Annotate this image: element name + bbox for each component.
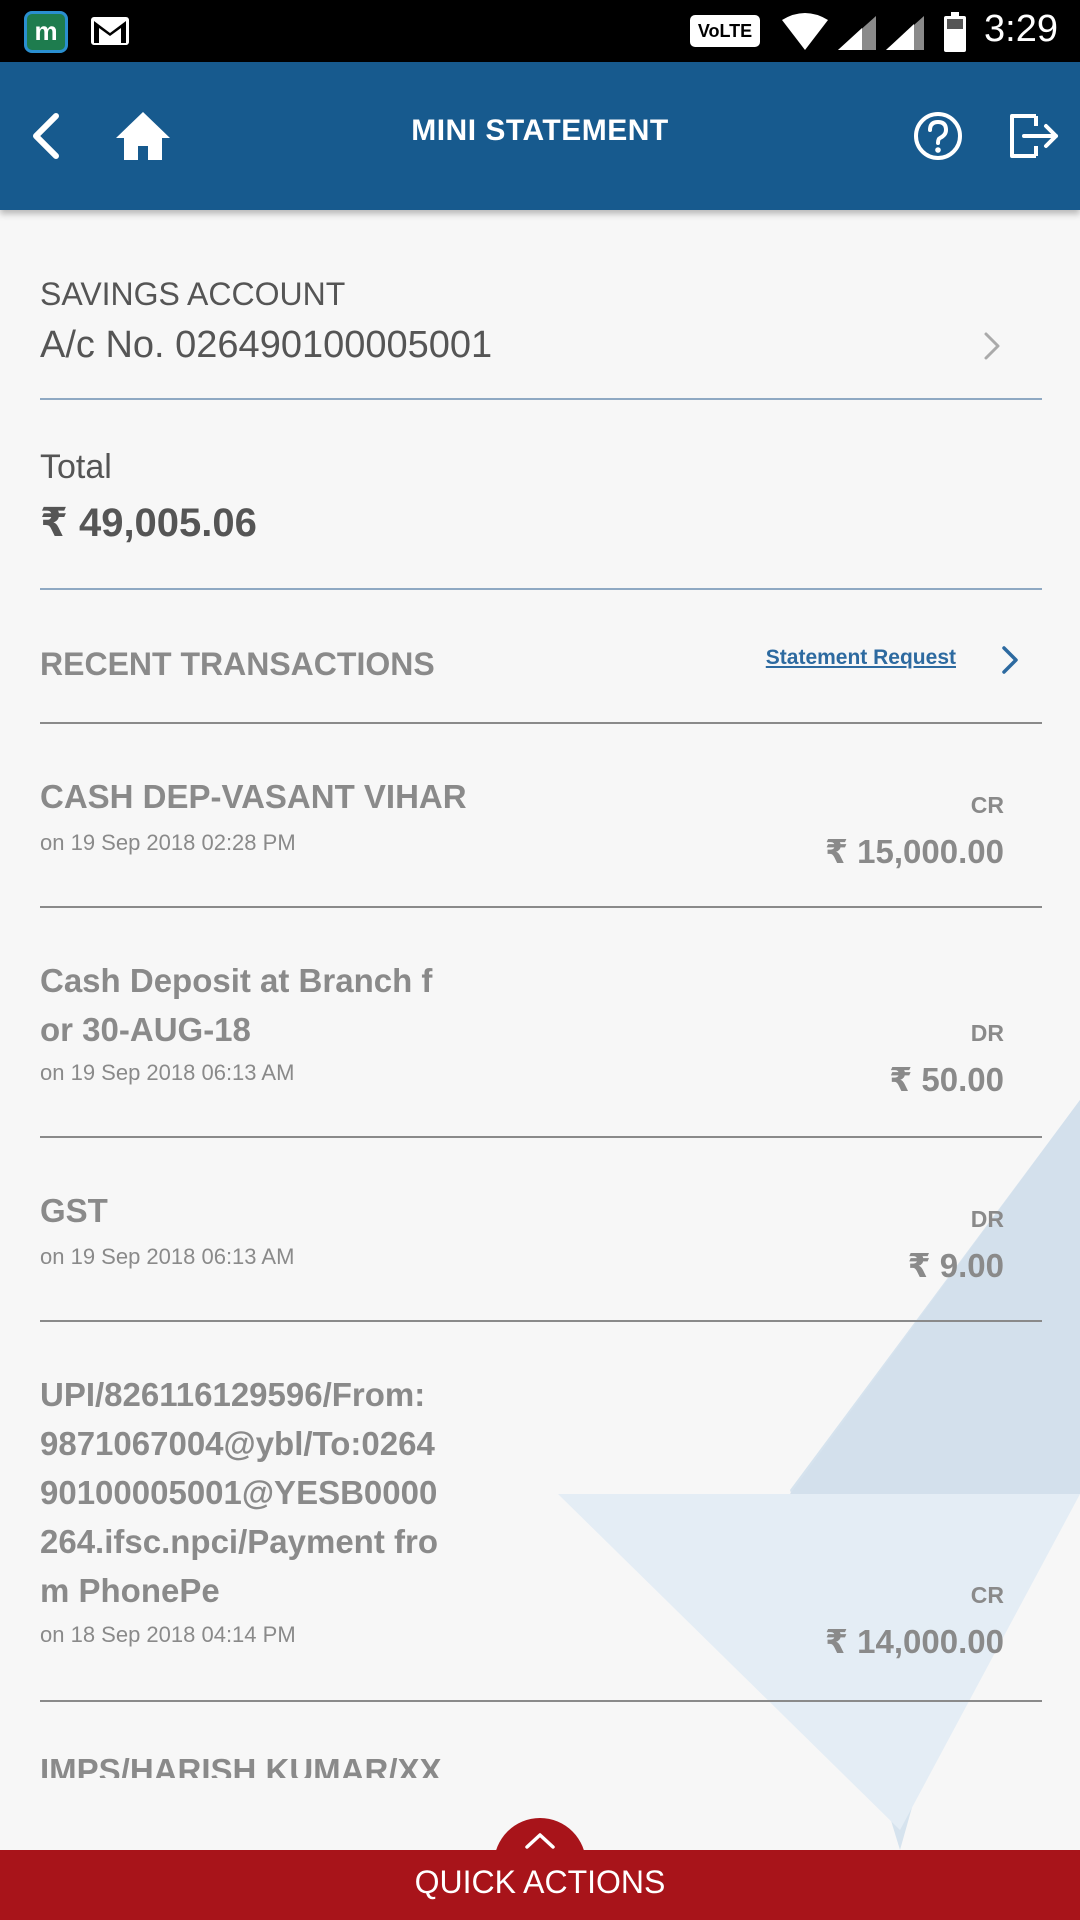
transaction-date: on 19 Sep 2018 06:13 AM bbox=[40, 1060, 295, 1085]
transaction-amount: ₹ 15,000.00 bbox=[825, 833, 1004, 870]
transaction-date: on 19 Sep 2018 02:28 PM bbox=[40, 830, 296, 855]
transaction-row[interactable]: IMPS/HARISH KUMAR/XX bbox=[40, 1702, 1042, 1778]
transaction-date: on 19 Sep 2018 06:13 AM bbox=[40, 1244, 295, 1269]
total-amount: ₹ 49,005.06 bbox=[40, 501, 257, 545]
app-notification-icon: m bbox=[24, 11, 68, 53]
app-header: MINI STATEMENT bbox=[0, 62, 1080, 210]
transaction-row[interactable]: Cash Deposit at Branch f or 30-AUG-18 on… bbox=[40, 908, 1042, 1138]
signal-icon bbox=[838, 16, 876, 50]
transaction-row[interactable]: CASH DEP-VASANT VIHAR on 19 Sep 2018 02:… bbox=[40, 724, 1042, 908]
section-title: RECENT TRANSACTIONS bbox=[40, 646, 435, 682]
transaction-type: DR bbox=[970, 1206, 1004, 1232]
chevron-right-icon[interactable] bbox=[998, 642, 1024, 678]
account-type: SAVINGS ACCOUNT bbox=[40, 276, 346, 312]
signal-icon-2 bbox=[886, 16, 924, 50]
volte-indicator: VoLTE bbox=[690, 15, 760, 47]
account-number: A/c No. 026490100005001 bbox=[40, 324, 493, 366]
recent-transactions-header: RECENT TRANSACTIONS Statement Request bbox=[40, 590, 1042, 724]
transaction-type: CR bbox=[970, 792, 1004, 818]
chevron-up-icon bbox=[525, 1833, 555, 1849]
help-icon[interactable] bbox=[912, 110, 964, 162]
transaction-description: UPI/826116129596/From:9871067004@ybl/To:… bbox=[40, 1376, 438, 1609]
transaction-row[interactable]: GST on 19 Sep 2018 06:13 AM DR ₹ 9.00 bbox=[40, 1138, 1042, 1322]
transaction-amount: ₹ 9.00 bbox=[907, 1247, 1004, 1284]
chevron-right-icon bbox=[984, 332, 1000, 360]
status-bar: m VoLTE 3:29 bbox=[0, 0, 1080, 62]
transaction-row[interactable]: UPI/826116129596/From:9871067004@ybl/To:… bbox=[40, 1322, 1042, 1702]
transaction-description: Cash Deposit at Branch f or 30-AUG-18 bbox=[40, 962, 433, 1048]
clock: 3:29 bbox=[984, 8, 1058, 50]
transaction-type: DR bbox=[970, 1020, 1004, 1046]
transaction-description: GST bbox=[40, 1192, 108, 1229]
transaction-date: on 18 Sep 2018 04:14 PM bbox=[40, 1622, 296, 1647]
wifi-icon bbox=[782, 13, 828, 50]
transaction-description: CASH DEP-VASANT VIHAR bbox=[40, 778, 467, 815]
gmail-icon bbox=[91, 17, 129, 45]
transaction-description: IMPS/HARISH KUMAR/XX bbox=[40, 1752, 442, 1778]
logout-icon[interactable] bbox=[1006, 110, 1062, 162]
account-selector[interactable]: SAVINGS ACCOUNT A/c No. 026490100005001 bbox=[40, 266, 1042, 400]
total-balance: Total ₹ 49,005.06 bbox=[40, 400, 1042, 590]
quick-actions-label: QUICK ACTIONS bbox=[414, 1864, 666, 1900]
quick-actions-bar[interactable]: QUICK ACTIONS bbox=[0, 1850, 1080, 1920]
battery-icon bbox=[944, 12, 966, 52]
transaction-amount: ₹ 14,000.00 bbox=[825, 1623, 1004, 1660]
transaction-amount: ₹ 50.00 bbox=[889, 1061, 1004, 1098]
total-label: Total bbox=[40, 448, 112, 486]
statement-request-link[interactable]: Statement Request bbox=[766, 646, 956, 670]
transaction-type: CR bbox=[970, 1582, 1004, 1608]
